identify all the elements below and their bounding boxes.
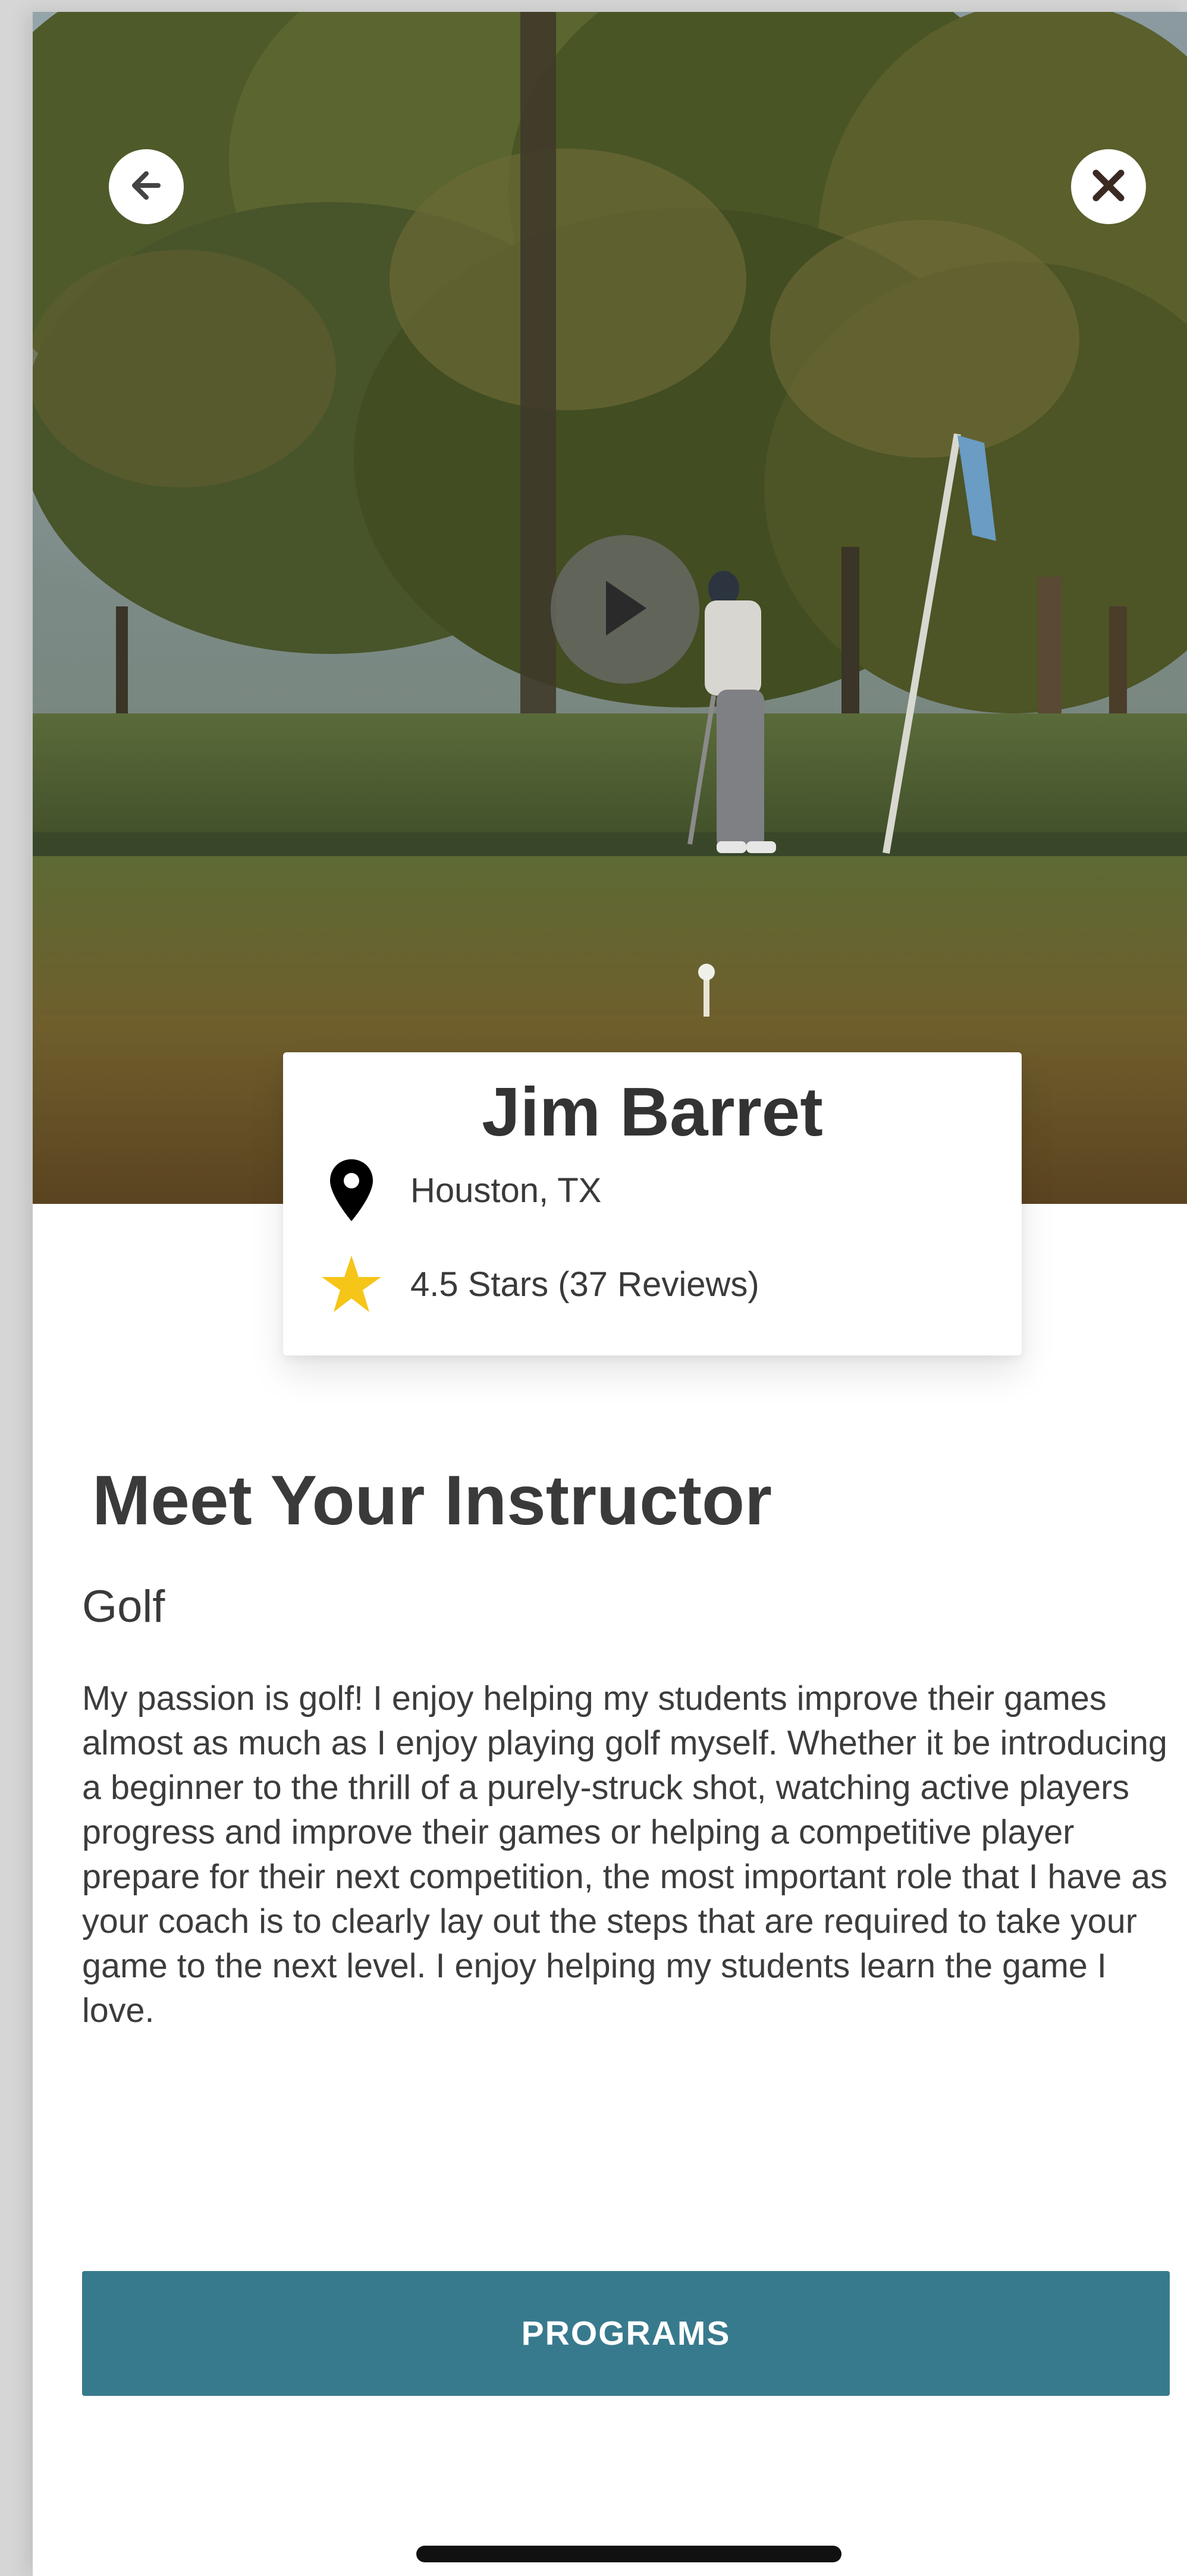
section-title: Meet Your Instructor	[92, 1461, 773, 1540]
programs-button[interactable]: PROGRAMS	[82, 2271, 1170, 2396]
back-button[interactable]	[109, 149, 184, 224]
location-text: Houston, TX	[410, 1171, 602, 1210]
close-icon	[1090, 167, 1127, 207]
instructor-profile-screen: Jim Barret Houston, TX 4.5 Stars (37 Rev…	[33, 12, 1187, 2576]
close-button[interactable]	[1071, 149, 1146, 224]
play-icon	[601, 578, 649, 641]
instructor-card: Jim Barret Houston, TX 4.5 Stars (37 Rev…	[283, 1052, 1022, 1355]
instructor-bio: My passion is golf! I enjoy helping my s…	[82, 1679, 1167, 2030]
home-indicator[interactable]	[416, 2546, 841, 2562]
star-icon	[319, 1251, 384, 1317]
rating-text: 4.5 Stars (37 Reviews)	[410, 1265, 759, 1304]
play-button[interactable]	[551, 535, 699, 684]
arrow-left-icon	[127, 166, 165, 207]
rating-row[interactable]: 4.5 Stars (37 Reviews)	[319, 1251, 759, 1317]
sport-label: Golf	[82, 1581, 165, 1632]
location-row: Houston, TX	[319, 1158, 601, 1223]
hero-video[interactable]	[33, 12, 1187, 1204]
instructor-name: Jim Barret	[482, 1073, 823, 1150]
map-pin-icon	[319, 1158, 384, 1223]
